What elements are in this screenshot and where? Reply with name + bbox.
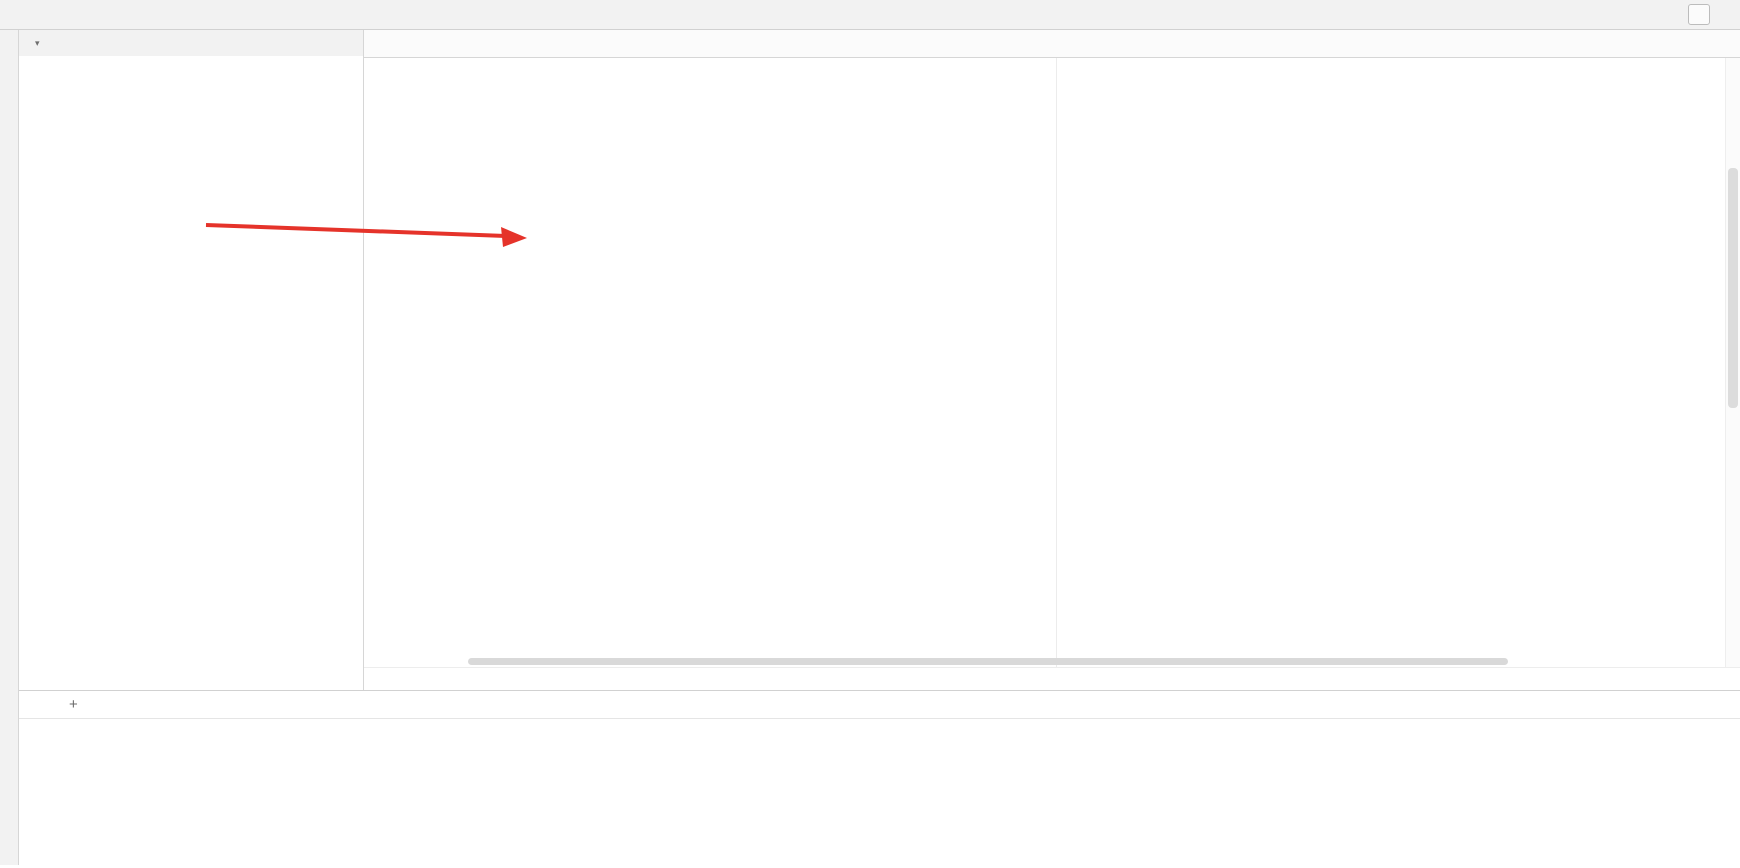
editor	[364, 30, 1740, 690]
editor-horizontal-scrollbar[interactable]	[468, 658, 1508, 665]
titlebar	[0, 0, 1740, 30]
project-tool-window-icon[interactable]	[1, 35, 17, 51]
project-panel: ▾	[19, 30, 364, 690]
terminal-output[interactable]	[19, 719, 1740, 735]
tool-window-stripe	[0, 30, 19, 865]
project-tree	[19, 56, 363, 58]
scrollbar-thumb[interactable]	[1728, 168, 1738, 408]
code-editor[interactable]	[364, 58, 1726, 668]
add-configuration-button[interactable]	[1688, 4, 1710, 25]
project-panel-header: ▾	[19, 30, 363, 56]
terminal-panel: +	[19, 690, 1740, 865]
editor-breadcrumb	[364, 667, 1740, 690]
chevron-down-icon[interactable]: ▾	[35, 38, 40, 49]
editor-tab-bar	[364, 30, 1740, 58]
editor-vertical-scrollbar[interactable]	[1725, 58, 1740, 668]
titlebar-actions	[1688, 4, 1732, 25]
terminal-header: +	[19, 691, 1740, 719]
structure-tool-window-icon[interactable]	[1, 774, 17, 790]
new-terminal-tab-button[interactable]: +	[69, 696, 78, 713]
